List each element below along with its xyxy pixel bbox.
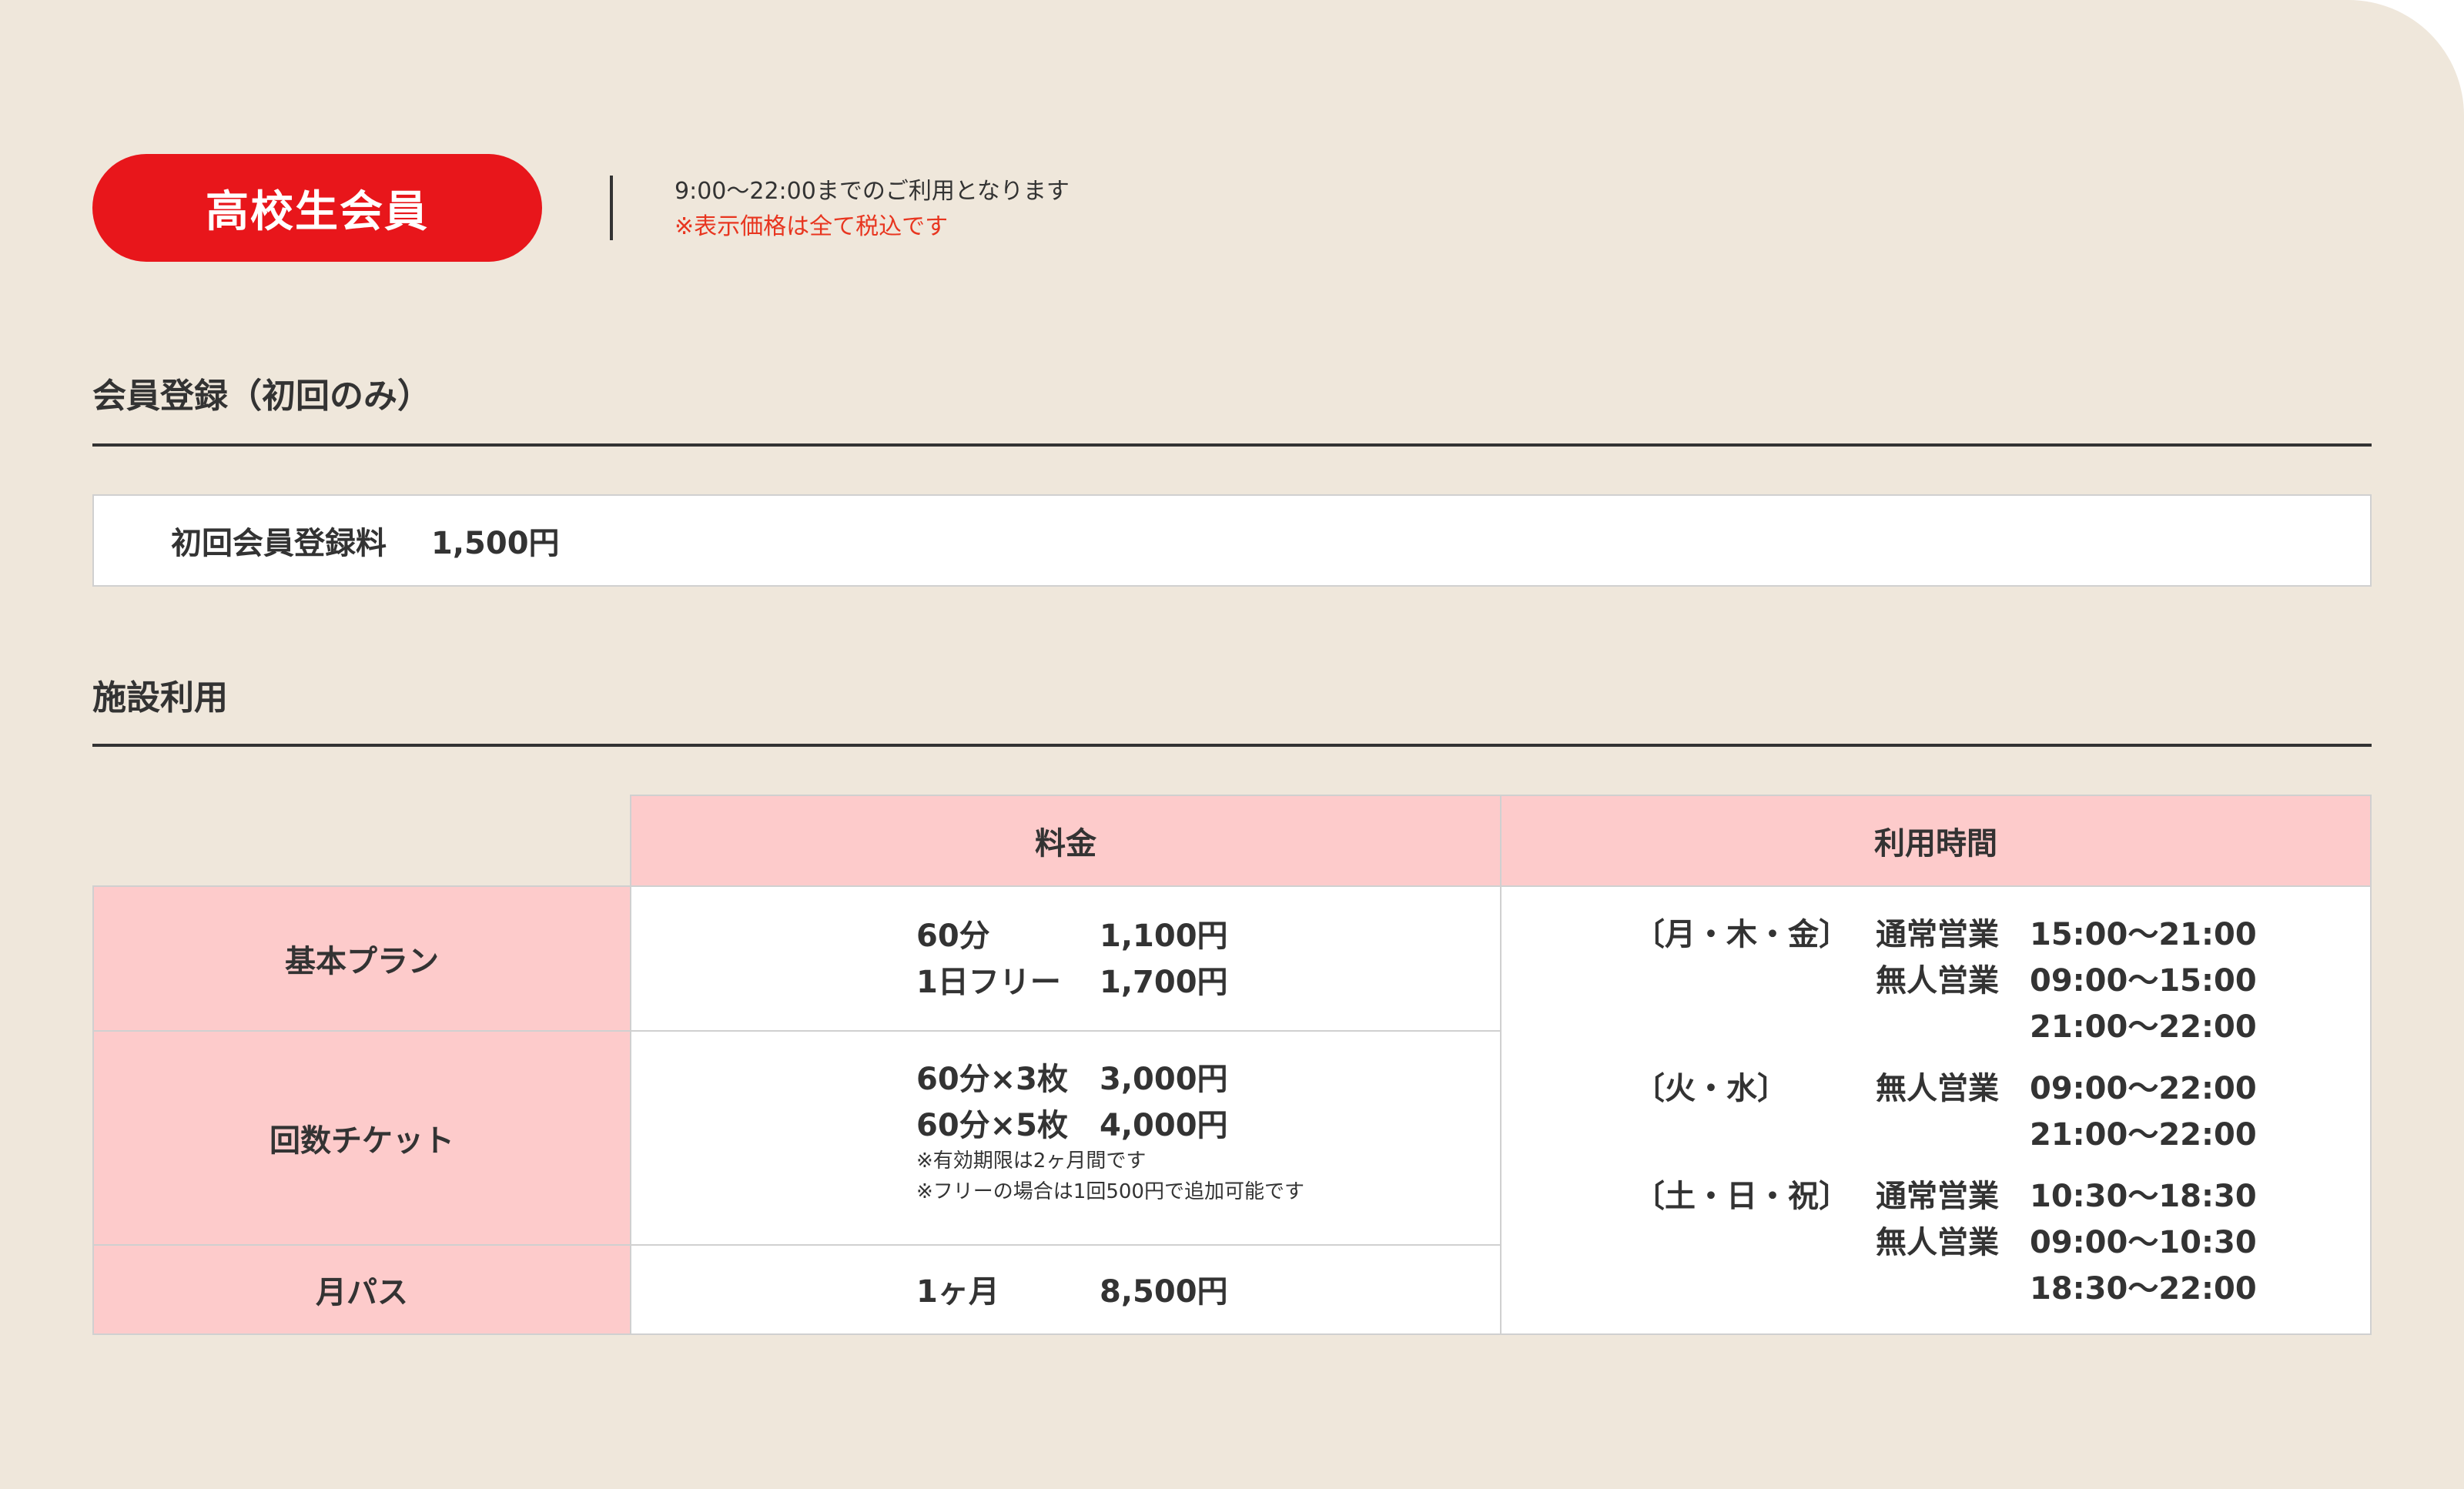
registration-rule [92, 443, 2372, 447]
hours-days: 〔月・木・金〕 [1634, 917, 1850, 952]
ticket-note: ※フリーの場合は1回500円で追加可能です [916, 1180, 1304, 1203]
registration-fee-label: 初回会員登録料 [171, 526, 387, 561]
hours-row: 〔土・日・祝〕 通常営業 10:30〜18:30 [1634, 1170, 2257, 1216]
price-column-header: 料金 [630, 795, 1502, 887]
price-line: 60分×5枚 4,000円 [916, 1099, 1304, 1146]
price-value: 3,000円 [1100, 1062, 1228, 1097]
hours-group-tue-wed: 〔火・水〕 無人営業 09:00〜22:00 21:00〜22:00 [1634, 1062, 2257, 1155]
pricing-panel: 高校生会員 9:00〜22:00までのご利用となります ※表示価格は全て税込です… [0, 0, 2464, 1489]
hours-type: 通常営業 [1876, 1179, 1999, 1214]
price-label: 1ヶ月 [916, 1274, 999, 1310]
hours-group-mon-thu-fri: 〔月・木・金〕 通常営業 15:00〜21:00 無人営業 09:00〜15:0… [1634, 908, 2257, 1047]
registration-title: 会員登録（初回のみ） [92, 376, 431, 416]
price-value: 1,700円 [1100, 965, 1228, 1000]
plan-prices-ticket: 60分×3枚 3,000円 60分×5枚 4,000円 ※有効期限は2ヶ月間です… [630, 1030, 1502, 1246]
ticket-note: ※有効期限は2ヶ月間です [916, 1149, 1147, 1173]
price-line: 60分 1,100円 [916, 910, 1228, 956]
facility-rule [92, 744, 2372, 747]
hours-time: 09:00〜22:00 [2030, 1071, 2257, 1106]
header-notes: 9:00〜22:00までのご利用となります ※表示価格は全て税込です [675, 174, 1070, 245]
hours-row: 〔月・木・金〕 通常営業 15:00〜21:00 [1634, 908, 2257, 955]
header-divider [610, 176, 613, 240]
price-label: 60分×5枚 [916, 1108, 1069, 1143]
hours-time: 10:30〜18:30 [2030, 1179, 2257, 1214]
hours-time: 18:30〜22:00 [2030, 1271, 2257, 1307]
price-value: 1,100円 [1100, 918, 1228, 954]
member-type-badge: 高校生会員 [92, 154, 542, 262]
plan-prices-basic: 60分 1,100円 1日フリー 1,700円 [630, 885, 1502, 1032]
hours-schedule: 〔月・木・金〕 通常営業 15:00〜21:00 無人営業 09:00〜15:0… [1634, 908, 2257, 1324]
hours-type: 無人営業 [1876, 1225, 1999, 1260]
hours-time: 09:00〜15:00 [2030, 963, 2257, 999]
plan-prices-monthly: 1ヶ月 8,500円 [630, 1244, 1502, 1335]
registration-fee-box: 初回会員登録料 1,500円 [92, 494, 2372, 587]
price-line: 1日フリー 1,700円 [916, 956, 1228, 1002]
hours-row: 無人営業 09:00〜15:00 [1634, 955, 2257, 1001]
price-label: 1日フリー [916, 965, 1061, 1000]
hours-row: 21:00〜22:00 [1634, 1109, 2257, 1155]
hours-column-header: 利用時間 [1500, 795, 2372, 887]
price-label: 60分 [916, 918, 990, 954]
price-value: 4,000円 [1100, 1108, 1228, 1143]
hours-row: 〔火・水〕 無人営業 09:00〜22:00 [1634, 1062, 2257, 1109]
hours-time: 15:00〜21:00 [2030, 917, 2257, 952]
facility-title: 施設利用 [92, 678, 228, 718]
plan-name-monthly: 月パス [92, 1244, 631, 1335]
hours-time: 09:00〜10:30 [2030, 1225, 2257, 1260]
hours-row: 21:00〜22:00 [1634, 1001, 2257, 1047]
registration-fee-price: 1,500円 [431, 526, 560, 561]
hours-time: 21:00〜22:00 [2030, 1117, 2257, 1153]
hours-days: 〔火・水〕 [1634, 1071, 1788, 1106]
plan-name-basic: 基本プラン [92, 885, 631, 1032]
tax-note: ※表示価格は全て税込です [675, 213, 949, 240]
hours-group-weekend: 〔土・日・祝〕 通常営業 10:30〜18:30 無人営業 09:00〜10:3… [1634, 1170, 2257, 1309]
hours-type: 無人営業 [1876, 963, 1999, 999]
hours-type: 無人営業 [1876, 1071, 1999, 1106]
hours-time: 21:00〜22:00 [2030, 1009, 2257, 1045]
hours-days: 〔土・日・祝〕 [1634, 1179, 1850, 1214]
plan-name-ticket: 回数チケット [92, 1030, 631, 1246]
hours-type: 通常営業 [1876, 917, 1999, 952]
price-value: 8,500円 [1100, 1274, 1228, 1310]
price-line: 60分×3枚 3,000円 [916, 1053, 1304, 1099]
hours-note: 9:00〜22:00までのご利用となります [675, 178, 1070, 205]
price-line: 1ヶ月 8,500円 [916, 1266, 1228, 1312]
hours-row: 18:30〜22:00 [1634, 1263, 2257, 1309]
price-label: 60分×3枚 [916, 1062, 1069, 1097]
hours-row: 無人営業 09:00〜10:30 [1634, 1216, 2257, 1263]
